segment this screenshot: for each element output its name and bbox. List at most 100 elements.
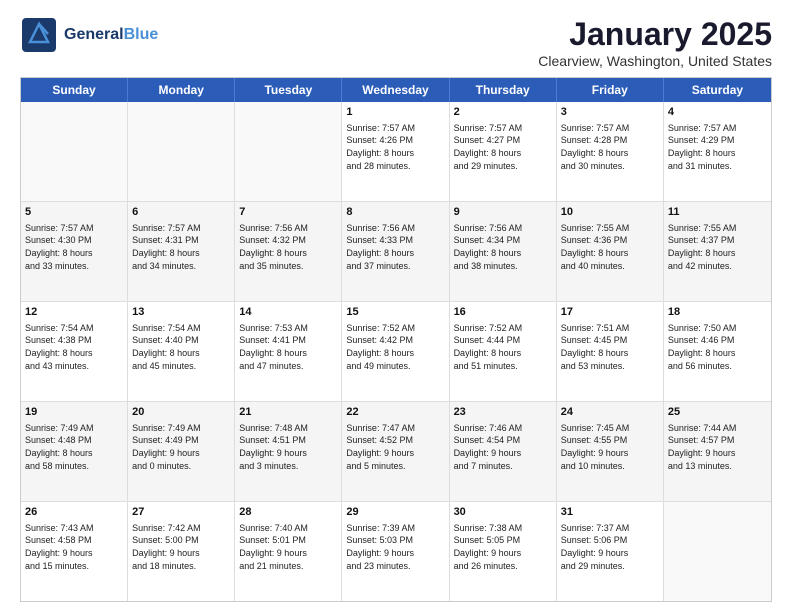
- day-number: 25: [668, 405, 767, 420]
- cell-content: Sunrise: 7:55 AMSunset: 4:37 PMDaylight:…: [668, 222, 767, 272]
- day-number: 18: [668, 305, 767, 320]
- cell-content: Sunrise: 7:37 AMSunset: 5:06 PMDaylight:…: [561, 522, 659, 572]
- day-number: 14: [239, 305, 337, 320]
- logo: GeneralBlue: [20, 16, 158, 54]
- calendar-header-wednesday: Wednesday: [342, 78, 449, 102]
- subtitle: Clearview, Washington, United States: [538, 53, 772, 69]
- calendar-cell-3-5: 16Sunrise: 7:52 AMSunset: 4:44 PMDayligh…: [450, 302, 557, 401]
- calendar-cell-4-7: 25Sunrise: 7:44 AMSunset: 4:57 PMDayligh…: [664, 402, 771, 501]
- day-number: 20: [132, 405, 230, 420]
- day-number: 24: [561, 405, 659, 420]
- calendar-cell-1-5: 2Sunrise: 7:57 AMSunset: 4:27 PMDaylight…: [450, 102, 557, 201]
- calendar-header-friday: Friday: [557, 78, 664, 102]
- calendar-row-1: 1 Sunrise: 7:57 AMSunset: 4:26 PMDaylight…: [21, 102, 771, 201]
- logo-icon: [20, 16, 58, 54]
- calendar-cell-1-1: [21, 102, 128, 201]
- cell-content: Sunrise: 7:57 AMSunset: 4:30 PMDaylight:…: [25, 222, 123, 272]
- day-number: 7: [239, 205, 337, 220]
- day-number: 10: [561, 205, 659, 220]
- cell-content: Sunrise: 7:57 AMSunset: 4:26 PMDaylight:…: [346, 122, 444, 172]
- calendar-cell-2-5: 9 Sunrise: 7:56 AMSunset: 4:34 PMDaylight…: [450, 202, 557, 301]
- day-number: 17: [561, 305, 659, 320]
- calendar-cell-4-1: 19Sunrise: 7:49 AMSunset: 4:48 PMDayligh…: [21, 402, 128, 501]
- calendar-cell-3-1: 12Sunrise: 7:54 AMSunset: 4:38 PMDayligh…: [21, 302, 128, 401]
- cell-content: Sunrise: 7:40 AMSunset: 5:01 PMDaylight:…: [239, 522, 337, 572]
- cell-content: Sunrise: 7:57 AMSunset: 4:27 PMDaylight:…: [454, 122, 552, 172]
- day-number: 23: [454, 405, 552, 420]
- day-number: 9: [454, 205, 552, 220]
- calendar-cell-1-3: [235, 102, 342, 201]
- cell-content: Sunrise: 7:42 AMSunset: 5:00 PMDaylight:…: [132, 522, 230, 572]
- day-number: 3: [561, 105, 659, 120]
- day-number: 1: [346, 105, 444, 120]
- calendar-header: SundayMondayTuesdayWednesdayThursdayFrid…: [21, 78, 771, 102]
- calendar-header-saturday: Saturday: [664, 78, 771, 102]
- cell-content: Sunrise: 7:54 AMSunset: 4:40 PMDaylight:…: [132, 322, 230, 372]
- day-number: 12: [25, 305, 123, 320]
- title-block: January 2025 Clearview, Washington, Unit…: [538, 16, 772, 69]
- calendar-cell-5-5: 30 Sunrise: 7:38 AMSunset: 5:05 PMDayligh…: [450, 502, 557, 601]
- calendar-cell-3-3: 14 Sunrise: 7:53 AMSunset: 4:41 PMDayligh…: [235, 302, 342, 401]
- calendar-row-2: 5 Sunrise: 7:57 AMSunset: 4:30 PMDaylight…: [21, 201, 771, 301]
- calendar-body: 1 Sunrise: 7:57 AMSunset: 4:26 PMDaylight…: [21, 102, 771, 601]
- calendar-cell-2-3: 7 Sunrise: 7:56 AMSunset: 4:32 PMDaylight…: [235, 202, 342, 301]
- cell-content: Sunrise: 7:55 AMSunset: 4:36 PMDaylight:…: [561, 222, 659, 272]
- day-number: 30: [454, 505, 552, 520]
- calendar-cell-5-7: [664, 502, 771, 601]
- calendar-cell-1-7: 4 Sunrise: 7:57 AMSunset: 4:29 PMDaylight…: [664, 102, 771, 201]
- day-number: 21: [239, 405, 337, 420]
- calendar-cell-4-5: 23Sunrise: 7:46 AMSunset: 4:54 PMDayligh…: [450, 402, 557, 501]
- calendar-cell-4-4: 22Sunrise: 7:47 AMSunset: 4:52 PMDayligh…: [342, 402, 449, 501]
- calendar-cell-1-4: 1 Sunrise: 7:57 AMSunset: 4:26 PMDaylight…: [342, 102, 449, 201]
- day-number: 19: [25, 405, 123, 420]
- calendar-header-thursday: Thursday: [450, 78, 557, 102]
- calendar-cell-3-4: 15 Sunrise: 7:52 AMSunset: 4:42 PMDayligh…: [342, 302, 449, 401]
- calendar-cell-4-3: 21Sunrise: 7:48 AMSunset: 4:51 PMDayligh…: [235, 402, 342, 501]
- calendar-cell-4-6: 24 Sunrise: 7:45 AMSunset: 4:55 PMDayligh…: [557, 402, 664, 501]
- cell-content: Sunrise: 7:56 AMSunset: 4:34 PMDaylight:…: [454, 222, 552, 272]
- day-number: 6: [132, 205, 230, 220]
- day-number: 15: [346, 305, 444, 320]
- calendar-cell-2-4: 8 Sunrise: 7:56 AMSunset: 4:33 PMDaylight…: [342, 202, 449, 301]
- day-number: 28: [239, 505, 337, 520]
- calendar-cell-5-2: 27 Sunrise: 7:42 AMSunset: 5:00 PMDayligh…: [128, 502, 235, 601]
- cell-content: Sunrise: 7:53 AMSunset: 4:41 PMDaylight:…: [239, 322, 337, 372]
- calendar-cell-2-6: 10 Sunrise: 7:55 AMSunset: 4:36 PMDayligh…: [557, 202, 664, 301]
- cell-content: Sunrise: 7:45 AMSunset: 4:55 PMDaylight:…: [561, 422, 659, 472]
- calendar-cell-3-7: 18 Sunrise: 7:50 AMSunset: 4:46 PMDayligh…: [664, 302, 771, 401]
- day-number: 5: [25, 205, 123, 220]
- cell-content: Sunrise: 7:52 AMSunset: 4:42 PMDaylight:…: [346, 322, 444, 372]
- calendar-header-sunday: Sunday: [21, 78, 128, 102]
- calendar-cell-2-1: 5 Sunrise: 7:57 AMSunset: 4:30 PMDaylight…: [21, 202, 128, 301]
- day-number: 11: [668, 205, 767, 220]
- calendar-cell-1-2: [128, 102, 235, 201]
- page: GeneralBlue January 2025 Clearview, Wash…: [0, 0, 792, 612]
- calendar-cell-5-4: 29Sunrise: 7:39 AMSunset: 5:03 PMDayligh…: [342, 502, 449, 601]
- calendar-cell-5-3: 28 Sunrise: 7:40 AMSunset: 5:01 PMDayligh…: [235, 502, 342, 601]
- calendar-cell-1-6: 3Sunrise: 7:57 AMSunset: 4:28 PMDaylight…: [557, 102, 664, 201]
- cell-content: Sunrise: 7:57 AMSunset: 4:29 PMDaylight:…: [668, 122, 767, 172]
- cell-content: Sunrise: 7:47 AMSunset: 4:52 PMDaylight:…: [346, 422, 444, 472]
- cell-content: Sunrise: 7:50 AMSunset: 4:46 PMDaylight:…: [668, 322, 767, 372]
- day-number: 4: [668, 105, 767, 120]
- day-number: 8: [346, 205, 444, 220]
- header: GeneralBlue January 2025 Clearview, Wash…: [20, 16, 772, 69]
- cell-content: Sunrise: 7:56 AMSunset: 4:32 PMDaylight:…: [239, 222, 337, 272]
- calendar-row-4: 19Sunrise: 7:49 AMSunset: 4:48 PMDayligh…: [21, 401, 771, 501]
- cell-content: Sunrise: 7:56 AMSunset: 4:33 PMDaylight:…: [346, 222, 444, 272]
- calendar-cell-2-7: 11 Sunrise: 7:55 AMSunset: 4:37 PMDayligh…: [664, 202, 771, 301]
- calendar-header-monday: Monday: [128, 78, 235, 102]
- main-title: January 2025: [538, 16, 772, 53]
- calendar-cell-3-2: 13Sunrise: 7:54 AMSunset: 4:40 PMDayligh…: [128, 302, 235, 401]
- cell-content: Sunrise: 7:52 AMSunset: 4:44 PMDaylight:…: [454, 322, 552, 372]
- calendar-cell-2-2: 6 Sunrise: 7:57 AMSunset: 4:31 PMDaylight…: [128, 202, 235, 301]
- day-number: 26: [25, 505, 123, 520]
- cell-content: Sunrise: 7:38 AMSunset: 5:05 PMDaylight:…: [454, 522, 552, 572]
- calendar-cell-3-6: 17Sunrise: 7:51 AMSunset: 4:45 PMDayligh…: [557, 302, 664, 401]
- cell-content: Sunrise: 7:57 AMSunset: 4:31 PMDaylight:…: [132, 222, 230, 272]
- calendar-row-3: 12Sunrise: 7:54 AMSunset: 4:38 PMDayligh…: [21, 301, 771, 401]
- day-number: 29: [346, 505, 444, 520]
- calendar: SundayMondayTuesdayWednesdayThursdayFrid…: [20, 77, 772, 602]
- day-number: 27: [132, 505, 230, 520]
- cell-content: Sunrise: 7:49 AMSunset: 4:49 PMDaylight:…: [132, 422, 230, 472]
